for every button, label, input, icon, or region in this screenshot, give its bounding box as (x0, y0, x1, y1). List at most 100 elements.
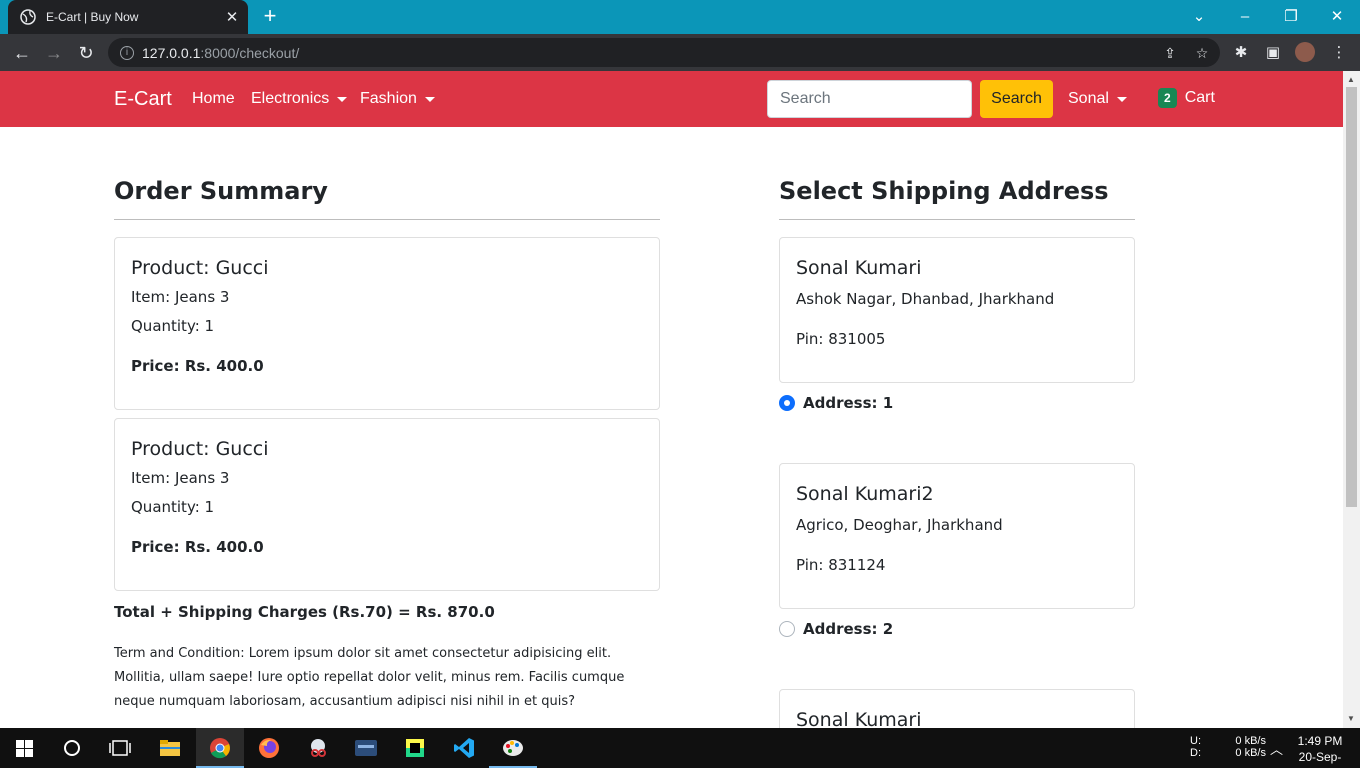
file-explorer-icon[interactable] (146, 728, 194, 768)
order-total: Total + Shipping Charges (Rs.70) = Rs. 8… (114, 603, 495, 621)
vscode-taskbar-icon[interactable] (440, 728, 488, 768)
scroll-down-icon[interactable]: ▼ (1347, 714, 1355, 723)
site-navbar: E-Cart Home Electronics Fashion Search S… (0, 71, 1343, 127)
caret-down-icon (337, 96, 348, 102)
divider (779, 219, 1135, 220)
database-app-icon (355, 740, 377, 756)
item-name: Item: Jeans 3 (131, 469, 230, 487)
tray-chevron-up-icon[interactable]: ︿ (1270, 739, 1283, 758)
url-path: :8000/checkout/ (200, 44, 300, 61)
address-name: Sonal Kumari2 (796, 483, 934, 505)
nav-home[interactable]: Home (192, 90, 235, 108)
caret-down-icon (1116, 96, 1127, 102)
extensions-icon[interactable]: ✱ (1232, 44, 1250, 62)
net-up-speed: 0 kB/s (1235, 735, 1266, 747)
order-item-card: Product: Gucci Item: Jeans 3 Quantity: 1… (114, 418, 660, 591)
search-input[interactable] (767, 80, 972, 118)
cart-label: Cart (1184, 89, 1215, 106)
forward-icon[interactable]: → (41, 40, 67, 66)
cortana-search-icon[interactable] (48, 728, 96, 768)
cart-count-badge: 2 (1158, 88, 1177, 108)
address-line: Ashok Nagar, Dhanbad, Jharkhand (796, 290, 1055, 308)
order-summary-heading: Order Summary (114, 177, 328, 205)
address-name: Sonal Kumari (796, 257, 922, 279)
address-name: Sonal Kumari (796, 709, 922, 728)
minimize-icon[interactable]: – (1222, 0, 1268, 32)
paint-palette-icon (503, 740, 523, 756)
search-button[interactable]: Search (980, 80, 1053, 118)
circle-icon (64, 740, 80, 756)
item-quantity: Quantity: 1 (131, 317, 215, 335)
windows-taskbar: U:D: 0 kB/s0 kB/s ︿ 1:49 PM 20-Sep-22 (0, 728, 1360, 768)
net-down-speed: 0 kB/s (1235, 747, 1266, 759)
address-2-label: Address: 2 (803, 620, 894, 638)
address-line: Agrico, Deoghar, Jharkhand (796, 516, 1003, 534)
address-1-radio-option[interactable]: Address: 1 (779, 394, 893, 412)
address-pin: Pin: 831005 (796, 330, 886, 348)
address-card: Sonal Kumari (779, 689, 1135, 728)
browser-tab[interactable]: E-Cart | Buy Now ✕ (8, 0, 248, 34)
paint-taskbar-icon[interactable] (489, 728, 537, 768)
firefox-taskbar-icon[interactable] (245, 728, 293, 768)
nav-fashion-dropdown[interactable]: Fashion (360, 90, 435, 108)
address-card: Sonal Kumari Ashok Nagar, Dhanbad, Jhark… (779, 237, 1135, 383)
net-speed: 0 kB/s 0 kB/s (1218, 735, 1266, 759)
brand-link[interactable]: E-Cart (114, 88, 172, 111)
divider (114, 219, 660, 220)
new-tab-icon[interactable]: + (258, 5, 282, 29)
page-scrollbar[interactable]: ▲ ▼ (1343, 71, 1360, 728)
windows-logo-icon (15, 739, 33, 757)
reload-icon[interactable]: ↻ (73, 40, 99, 66)
item-name-text: Item: Jeans 3 (131, 288, 230, 306)
net-down-label: D: (1190, 747, 1201, 759)
chrome-taskbar-icon[interactable] (196, 728, 244, 768)
close-window-icon[interactable]: ✕ (1314, 0, 1360, 32)
user-dropdown[interactable]: Sonal (1068, 90, 1127, 108)
user-name: Sonal (1068, 90, 1109, 107)
net-labels: U: D: (1190, 735, 1201, 759)
vscode-icon (454, 738, 474, 758)
menu-kebab-icon[interactable]: ⋮ (1330, 44, 1348, 62)
clock-date: 20-Sep-22 (1298, 750, 1342, 768)
scroll-up-icon[interactable]: ▲ (1347, 75, 1355, 84)
bookmark-star-icon[interactable]: ☆ (1194, 45, 1210, 61)
address-2-radio[interactable] (779, 621, 795, 637)
pycharm-icon[interactable] (391, 728, 439, 768)
item-price: Price: Rs. 400.0 (131, 538, 264, 556)
side-panel-icon[interactable]: ▣ (1264, 44, 1282, 62)
nav-electronics-dropdown[interactable]: Electronics (251, 90, 348, 108)
order-item-card: Product: Gucci Item: Jeans 3 Quantity: 1… (114, 237, 660, 410)
nav-fashion-label: Fashion (360, 90, 417, 107)
site-info-icon[interactable]: i (120, 45, 134, 60)
cart-link[interactable]: 2 Cart (1158, 88, 1215, 108)
mysql-workbench-icon[interactable] (342, 728, 390, 768)
browser-toolbar: ← → ↻ i 127.0.0.1:8000/checkout/ ⇪ ☆ ✱ ▣… (0, 34, 1360, 71)
back-icon[interactable]: ← (9, 40, 35, 66)
address-1-radio[interactable] (779, 395, 795, 411)
share-icon[interactable]: ⇪ (1162, 45, 1178, 61)
terms-and-conditions: Term and Condition: Lorem ipsum dolor si… (114, 646, 625, 709)
nav-electronics-label: Electronics (251, 90, 330, 107)
restore-icon[interactable]: ❐ (1268, 0, 1314, 32)
clock[interactable]: 1:49 PM 20-Sep-22 (1292, 733, 1348, 768)
item-price: Price: Rs. 400.0 (131, 357, 264, 375)
caret-down-icon (424, 96, 435, 102)
windows-start-icon[interactable] (0, 728, 48, 768)
profile-avatar[interactable] (1295, 42, 1315, 62)
address-bar[interactable]: i 127.0.0.1:8000/checkout/ ⇪ ☆ (108, 38, 1220, 67)
shipping-heading: Select Shipping Address (779, 177, 1109, 205)
ide-icon (406, 739, 424, 757)
scrollbar-thumb[interactable] (1346, 87, 1357, 507)
task-view-glyph-icon (109, 740, 131, 756)
product-name: Product: Gucci (131, 257, 269, 279)
address-2-radio-option[interactable]: Address: 2 (779, 620, 893, 638)
close-tab-icon[interactable]: ✕ (222, 7, 242, 27)
url-host: 127.0.0.1 (142, 44, 201, 61)
nav-home-label: Home (192, 90, 235, 107)
item-quantity: Quantity: 1 (131, 498, 215, 516)
tab-search-icon[interactable]: ⌄ (1176, 0, 1222, 32)
snipping-tool-icon[interactable] (294, 728, 342, 768)
task-view-icon[interactable] (96, 728, 144, 768)
browser-tab-strip: E-Cart | Buy Now ✕ + ⌄ – ❐ ✕ (0, 0, 1360, 34)
product-name: Product: Gucci (131, 438, 269, 460)
